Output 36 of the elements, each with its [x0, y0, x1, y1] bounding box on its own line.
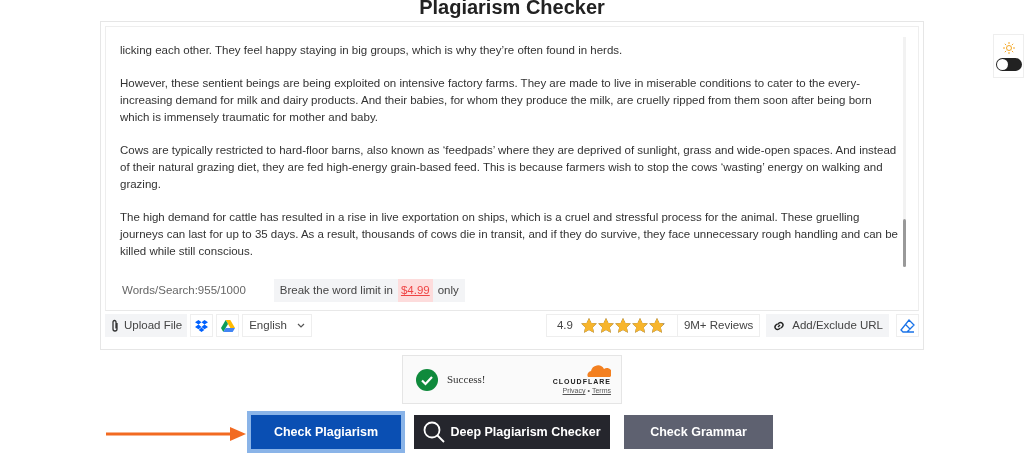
paragraph: The high demand for cattle has resulted in a rise in live exportation on ships, which is a cruel and stressful process for the animal. These gruelling journeys can last for up to 35 days. As a result, thousands of cows die in transit, and if they do survive, they face unnecessary rough handling and can be killed while still conscious.	[120, 210, 898, 259]
deep-check-button[interactable]: Deep Plagiarism Checker	[414, 415, 610, 449]
star-icon	[597, 318, 614, 333]
word-count: Words/Search:955/1000	[122, 282, 246, 298]
chevron-down-icon	[296, 323, 305, 328]
search-icon	[423, 421, 446, 443]
scrollbar-thumb[interactable]	[903, 219, 906, 267]
captcha-status: Success!	[447, 372, 487, 388]
check-circle-icon	[416, 368, 438, 391]
star-icon	[580, 318, 597, 333]
paragraph: licking each other. They feel happy staying in big groups, which is why they’re often found in herds.	[120, 43, 624, 58]
drive-icon	[220, 319, 235, 332]
star-icon	[648, 318, 665, 333]
page-title: Plagiarism Checker	[419, 0, 605, 17]
dropbox-button[interactable]	[190, 314, 214, 337]
drive-button[interactable]	[216, 314, 240, 337]
upgrade-text: Break the word limit in	[279, 282, 393, 298]
dark-mode-toggle[interactable]	[995, 57, 1022, 71]
star-icon	[631, 318, 648, 333]
paragraph: However, these sentient beings are being exploited on intensive factory farms. They are made to live in miserable conditions to cater to the every-increasing demand for milk and dairy products. And their babies, for whom they produce the milk, are cruelly ripped from them soon after being born which is immensely traumatic for mother and baby.	[120, 76, 873, 125]
star-icon	[614, 318, 631, 333]
reviews-count: 9M+ Reviews	[676, 315, 760, 336]
clear-button[interactable]	[896, 314, 919, 337]
eraser-icon	[900, 318, 915, 333]
language-dropdown[interactable]: English	[242, 314, 312, 337]
check-grammar-button[interactable]: Check Grammar	[624, 415, 773, 449]
exclude-url-button[interactable]: Add/Exclude URL	[766, 314, 889, 337]
cloud-icon	[585, 364, 611, 377]
dropbox-icon	[195, 319, 209, 332]
paragraph: Cows are typically restricted to hard-floor barns, also known as ‘feedpads’ where they are deprived of sunlight, grass and wide-open spaces. And instead of their natural grazing diet, they are fed high-energy grain-based feed. This is because farmers wish to stop the cows ‘wasting’ energy on walking and grazing.	[120, 143, 898, 192]
arrow-icon	[106, 427, 246, 441]
upload-button[interactable]: Upload File	[105, 314, 188, 337]
rating-score: 4.9	[556, 317, 573, 333]
paperclip-icon	[110, 318, 120, 333]
sun-icon	[1002, 41, 1015, 54]
upgrade-text: only	[437, 282, 459, 298]
